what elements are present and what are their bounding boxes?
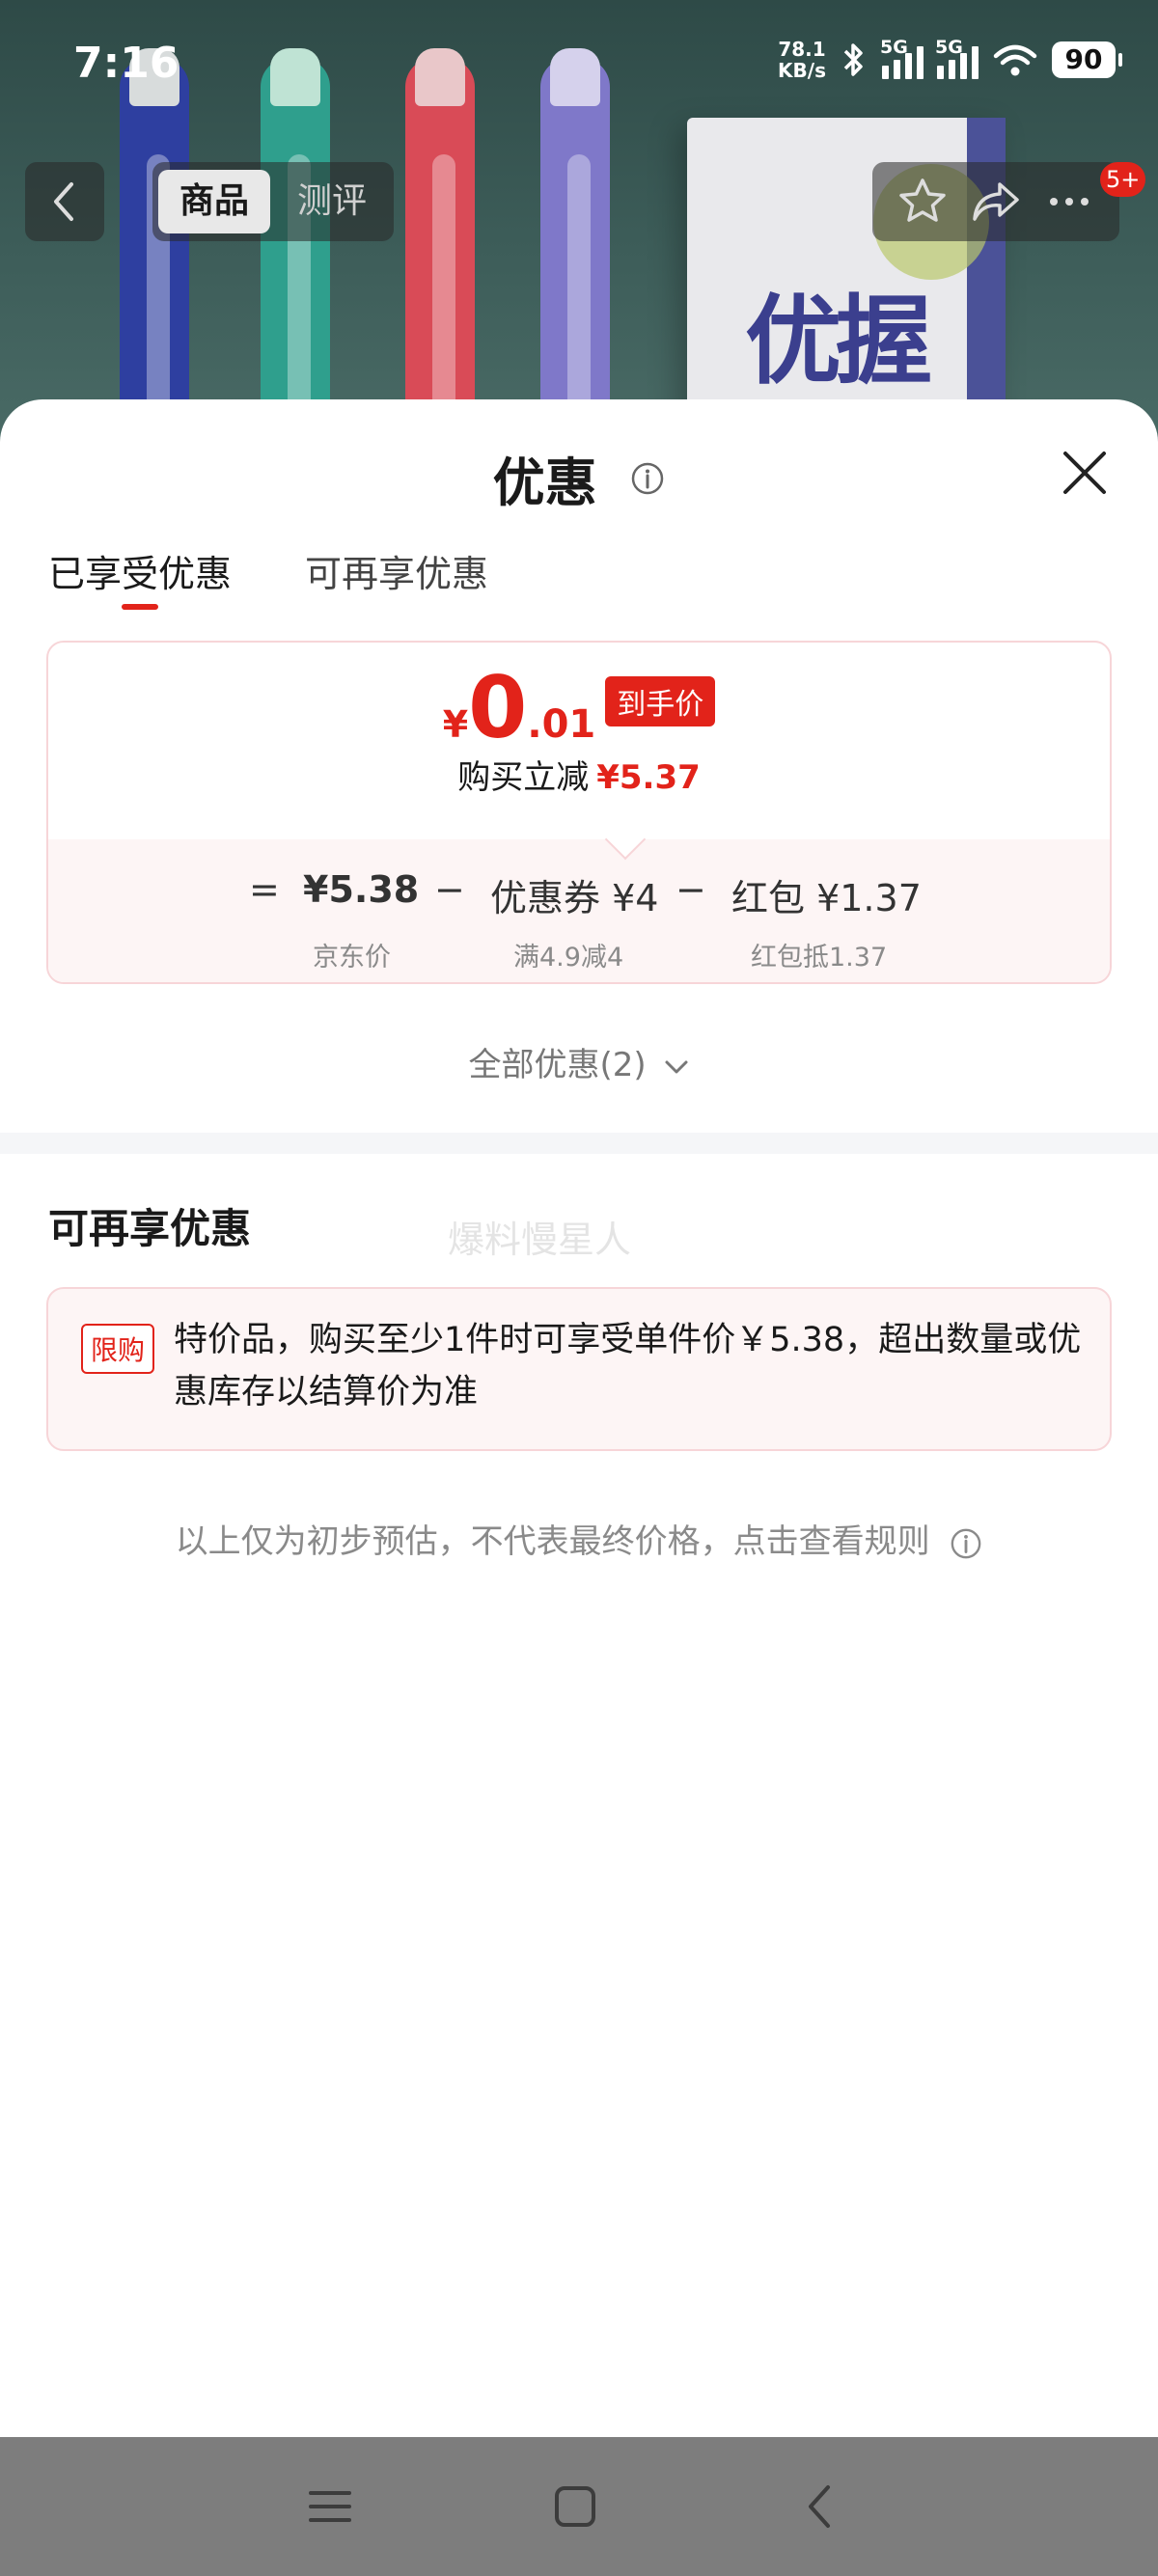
network-speed: 78.1 KB/s bbox=[778, 38, 826, 82]
wifi-icon bbox=[993, 44, 1037, 76]
tab-more-discounts[interactable]: 可再享优惠 bbox=[305, 544, 488, 597]
jd-price-label: 京东价 bbox=[313, 943, 391, 973]
page-tabs: 商品 测评 bbox=[152, 162, 394, 241]
back-button[interactable] bbox=[25, 162, 104, 241]
more-icon[interactable] bbox=[1042, 175, 1096, 229]
chevron-down-icon bbox=[665, 1060, 688, 1073]
section-divider bbox=[0, 1133, 1158, 1154]
minus-sign-1: − bbox=[434, 868, 465, 911]
jd-price: ¥5.38 bbox=[303, 868, 420, 911]
instant-discount: 购买立减 ¥5.37 bbox=[457, 758, 701, 797]
back-nav-icon[interactable] bbox=[793, 2480, 847, 2534]
price-rules-link[interactable]: 以上仅为初步预估，不代表最终价格，点击查看规则 bbox=[0, 1515, 1158, 1562]
purchase-limit-card: 限购 特价品，购买至少1件时可享受单件价￥5.38，超出数量或优惠库存以结算价为… bbox=[46, 1287, 1112, 1451]
sheet-title: 优惠 bbox=[492, 452, 597, 513]
clock: 7:16 bbox=[73, 39, 179, 88]
status-bar: 7:16 78.1 KB/s 5G 5G 90 bbox=[0, 0, 1158, 131]
red-packet-amount: 红包 ¥1.37 bbox=[731, 877, 922, 919]
tab-product[interactable]: 商品 bbox=[158, 170, 270, 233]
section-title-more-discounts: 可再享优惠 bbox=[48, 1205, 252, 1252]
tab-enjoyed-discounts[interactable]: 已享受优惠 bbox=[48, 544, 232, 597]
final-price: ¥0.01 到手价 bbox=[48, 666, 1110, 751]
price-breakdown: = ¥5.38 京东价 − 优惠券 ¥4 满4.9减4 − 红包 ¥1.37 红… bbox=[48, 839, 1110, 982]
limit-tag: 限购 bbox=[81, 1324, 155, 1374]
bluetooth-icon bbox=[843, 43, 863, 76]
close-button[interactable] bbox=[1060, 448, 1110, 498]
discount-sheet: 优惠 已享受优惠 可再享优惠 ¥0.01 到手价 购买立减 ¥5.37 = ¥5.3… bbox=[0, 399, 1158, 2437]
cell-signal-1-icon: 5G bbox=[880, 37, 924, 79]
info-icon[interactable] bbox=[630, 461, 665, 496]
tab-active-indicator bbox=[122, 604, 158, 610]
cell-signal-2-icon: 5G bbox=[935, 37, 979, 79]
all-discounts-toggle[interactable]: 全部优惠(2) bbox=[0, 1038, 1158, 1085]
info-icon bbox=[951, 1528, 981, 1558]
limit-description: 特价品，购买至少1件时可享受单件价￥5.38，超出数量或优惠库存以结算价为准 bbox=[174, 1321, 1082, 1411]
message-count-badge: 5+ bbox=[1100, 162, 1146, 197]
battery-indicator: 90 bbox=[1052, 41, 1122, 78]
watermark-text: 爆料慢星人 bbox=[448, 1219, 632, 1261]
chevron-left-icon bbox=[54, 182, 73, 221]
final-price-tag: 到手价 bbox=[605, 676, 716, 726]
share-icon[interactable] bbox=[969, 175, 1023, 229]
coupon-amount: 优惠券 ¥4 bbox=[490, 877, 659, 919]
red-packet-label: 红包抵1.37 bbox=[751, 943, 888, 973]
equals-sign: = bbox=[249, 868, 280, 911]
favorite-star-icon[interactable] bbox=[896, 175, 950, 229]
coupon-condition: 满4.9减4 bbox=[513, 943, 624, 973]
menu-icon[interactable] bbox=[303, 2480, 357, 2534]
system-navigation-bar bbox=[0, 2437, 1158, 2576]
top-actions bbox=[872, 162, 1119, 241]
brand-logo-text: 优握 bbox=[745, 285, 932, 397]
tab-review[interactable]: 测评 bbox=[276, 170, 388, 233]
home-icon[interactable] bbox=[548, 2480, 602, 2534]
minus-sign-2: − bbox=[676, 868, 706, 911]
final-price-card: ¥0.01 到手价 购买立减 ¥5.37 = ¥5.38 京东价 − 优惠券 ¥4 … bbox=[46, 641, 1112, 984]
sheet-header: 优惠 bbox=[0, 440, 1158, 516]
